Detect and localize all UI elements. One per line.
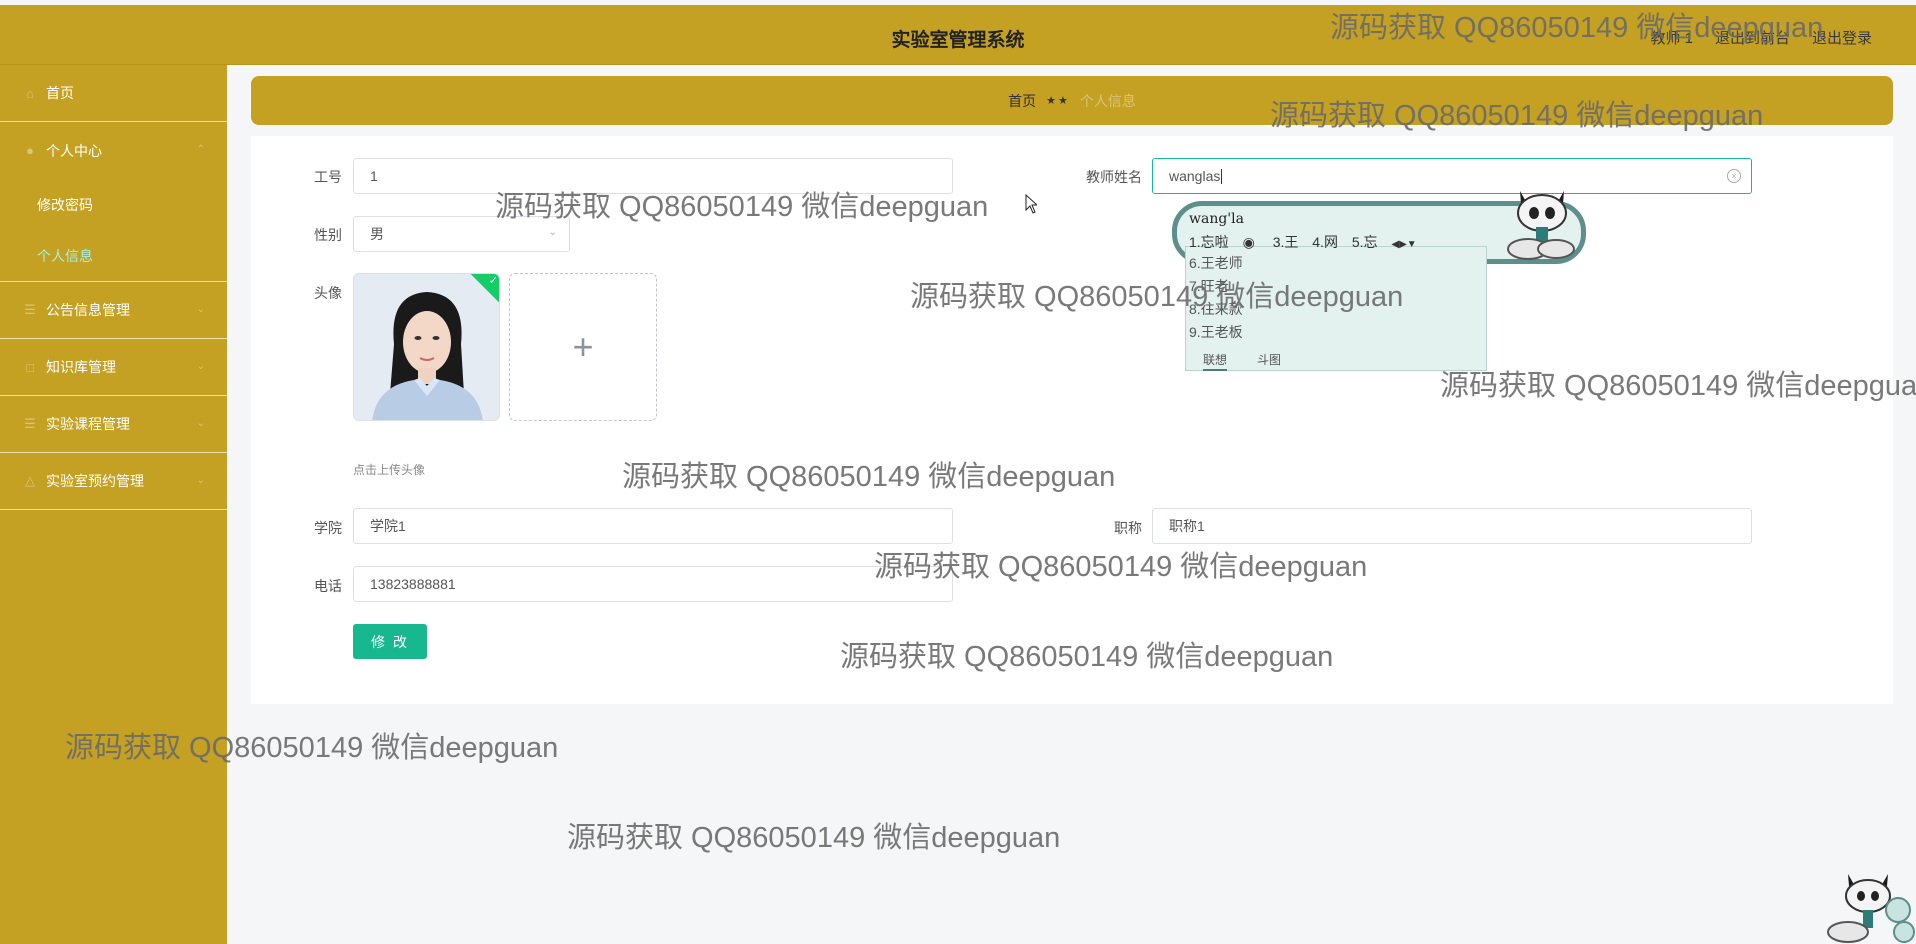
text-caret — [1221, 168, 1223, 184]
list-icon: ☰ — [24, 416, 36, 431]
user-icon: ● — [26, 143, 34, 158]
sidebar-item-personal-center[interactable]: ● 个人中心 ⌃ — [0, 122, 227, 179]
ime-tab-association[interactable]: 联想 — [1203, 351, 1228, 371]
ime-tab-sticker[interactable]: 斗图 — [1257, 351, 1281, 371]
book-icon: □ — [26, 359, 34, 375]
chevron-up-icon: ⌃ — [196, 144, 205, 155]
teacher-name-value: wanglas — [1169, 168, 1221, 184]
app-title: 实验室管理系统 — [891, 30, 1025, 51]
sidebar-item-label: 实验课程管理 — [46, 416, 130, 432]
list-icon: ☰ — [24, 302, 36, 317]
sidebar-item-label: 首页 — [46, 85, 74, 101]
college-input[interactable]: 学院1 — [353, 508, 953, 544]
id-input[interactable]: 1 — [353, 158, 953, 194]
sidebar-item-knowledge[interactable]: □ 知识库管理 ⌄ — [0, 339, 227, 396]
ime-candidate[interactable]: 6.王老师 — [1189, 253, 1243, 273]
chevron-down-icon: ⌄ — [548, 227, 557, 238]
current-user: 教师 1 — [1650, 30, 1693, 47]
clear-icon[interactable]: × — [1727, 169, 1741, 183]
eye-icon: ◉ — [1242, 234, 1255, 250]
ime-candidate[interactable]: 8.往来款 — [1189, 299, 1243, 319]
gender-value: 男 — [370, 226, 384, 242]
ime-candidate[interactable]: 5.忘 — [1352, 234, 1378, 250]
teacher-name-label: 教师姓名 — [1086, 169, 1142, 185]
id-value: 1 — [370, 168, 378, 184]
sidebar-item-label: 知识库管理 — [46, 359, 116, 375]
plus-icon: + — [572, 326, 594, 367]
sidebar-group-personal: ● 个人中心 ⌃ 修改密码 个人信息 — [0, 122, 227, 282]
chevron-down-icon: ⌄ — [196, 475, 205, 486]
breadcrumb: 首页 ★★ 个人信息 — [251, 76, 1893, 125]
top-header: 实验室管理系统 教师 1 退出到前台 退出登录 — [0, 5, 1916, 65]
flask-icon: △ — [25, 473, 35, 488]
ime-candidate[interactable]: 7.旺老 — [1189, 276, 1229, 296]
ime-candidate-window: wang'la 1.忘啦 ◉ 3.王 4.网 5.忘 ◀▶▼ 6.王老师 7.旺… — [1172, 201, 1586, 371]
submit-button[interactable]: 修 改 — [353, 624, 427, 659]
sidebar-item-label: 个人中心 — [46, 142, 102, 159]
chevron-down-icon: ⌄ — [196, 304, 205, 315]
job-title-value: 职称1 — [1169, 518, 1205, 534]
ime-first-row: 1.忘啦 ◉ 3.王 4.网 5.忘 ◀▶▼ — [1189, 232, 1427, 252]
check-icon: ✓ — [488, 274, 498, 287]
id-label: 工号 — [314, 169, 342, 185]
job-title-label: 职称 — [1114, 520, 1142, 536]
avatar-preview[interactable]: ✓ — [353, 273, 500, 421]
breadcrumb-current: 个人信息 — [1079, 92, 1136, 109]
logout-link[interactable]: 退出登录 — [1812, 27, 1872, 48]
avatar-label: 头像 — [314, 285, 342, 301]
watermark-text: 源码获取 QQ86050149 微信deepguan — [567, 822, 1061, 854]
sidebar-item-change-password[interactable]: 修改密码 — [0, 179, 227, 230]
sidebar-item-booking[interactable]: △ 实验室预约管理 ⌄ — [0, 453, 227, 510]
chevron-down-icon: ⌄ — [196, 418, 205, 429]
sidebar-item-personal-info[interactable]: 个人信息 — [0, 230, 227, 281]
college-label: 学院 — [314, 520, 342, 536]
chevron-down-icon: ⌄ — [196, 361, 205, 372]
header-links: 教师 1 退出到前台 退出登录 — [1650, 27, 1872, 48]
phone-label: 电话 — [314, 578, 342, 594]
college-value: 学院1 — [370, 518, 406, 534]
ime-candidate[interactable]: 9.王老板 — [1189, 322, 1243, 342]
phone-input[interactable]: 13823888881 — [353, 566, 953, 602]
sidebar-item-label: 实验室预约管理 — [46, 473, 144, 489]
gender-label: 性别 — [314, 227, 342, 243]
ime-tabs: 联想 斗图 — [1203, 351, 1281, 371]
upload-tip: 点击上传头像 — [353, 463, 426, 477]
page-arrows-icon[interactable]: ◀▶▼ — [1391, 239, 1416, 250]
ime-pinyin: wang'la — [1189, 211, 1244, 227]
avatar-photo — [354, 274, 499, 420]
gender-select[interactable]: 男 ⌄ — [353, 216, 570, 252]
phone-value: 13823888881 — [370, 576, 456, 592]
ime-candidate[interactable]: 4.网 — [1312, 234, 1338, 250]
sidebar-item-notice[interactable]: ☰ 公告信息管理 ⌄ — [0, 282, 227, 339]
avatar-upload-button[interactable]: + — [509, 273, 657, 421]
sidebar-item-course[interactable]: ☰ 实验课程管理 ⌄ — [0, 396, 227, 453]
teacher-name-input[interactable]: wanglas × — [1152, 158, 1752, 194]
mouse-pointer-icon — [1025, 194, 1037, 214]
ime-candidate[interactable]: 1.忘啦 — [1189, 234, 1229, 250]
back-to-front-link[interactable]: 退出到前台 — [1715, 27, 1790, 48]
mascot-icon — [1827, 874, 1915, 943]
breadcrumb-separator: ★★ — [1046, 95, 1070, 107]
sidebar-item-home[interactable]: ⌂ 首页 — [0, 65, 227, 122]
sidebar: ⌂ 首页 ● 个人中心 ⌃ 修改密码 个人信息 ☰ 公告信息管理 ⌄ □ 知识库… — [0, 65, 227, 944]
ime-candidate[interactable]: 3.王 — [1273, 234, 1299, 250]
sidebar-item-label: 公告信息管理 — [46, 302, 130, 318]
job-title-input[interactable]: 职称1 — [1152, 508, 1752, 544]
breadcrumb-home[interactable]: 首页 — [1008, 91, 1036, 111]
home-icon: ⌂ — [26, 85, 34, 101]
ime-mascot-icon — [1507, 191, 1575, 260]
